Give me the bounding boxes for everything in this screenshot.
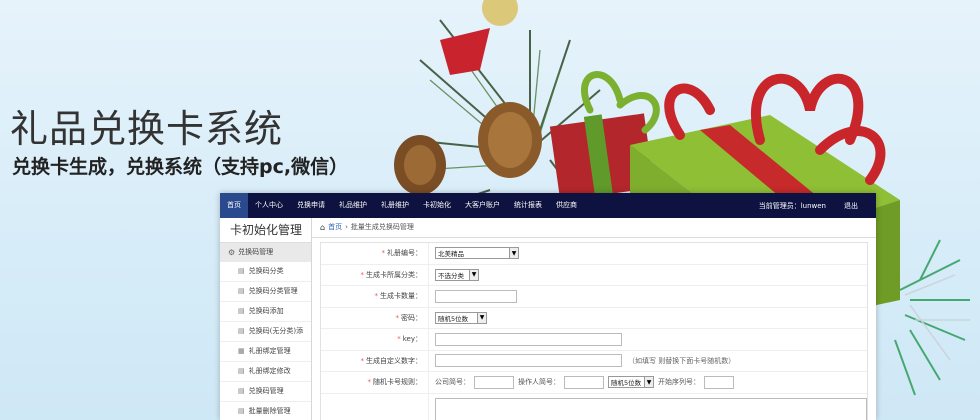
breadcrumb-current: 批量生成兑换码管理 (350, 223, 414, 231)
form-row-rule: * 随机卡号规则： 公司简号： 操作人简号： 随机5位数 ▼ 开始序列号： (321, 372, 867, 394)
gift-book-selected: 北美精品 (438, 250, 464, 259)
custom-hint: （如填写 则替换下面卡号随机数） (628, 356, 736, 365)
chevron-down-icon: ▼ (644, 377, 653, 388)
required-mark: * (381, 249, 386, 258)
rule-label: 随机卡号规则： (373, 378, 422, 387)
category-select[interactable]: 不选分类 ▼ (435, 268, 479, 281)
key-input[interactable] (435, 332, 622, 346)
form-row-gift-book: * 礼册编号： 北美精品 ▼ (321, 243, 867, 265)
company-code-label: 公司简号： (435, 378, 470, 387)
start-serial-label: 开始序列号： (658, 378, 700, 387)
sidebar-item-label: 礼册绑定修改 (248, 367, 291, 375)
sidebar-item-book-bind-edit[interactable]: ▤ 礼册绑定修改 (220, 362, 311, 382)
sidebar-item-label: 礼册绑定管理 (248, 347, 291, 355)
password-select[interactable]: 随机5位数 ▼ (435, 311, 487, 324)
list-icon: ▤ (238, 387, 245, 395)
nav-supplier[interactable]: 供应商 (549, 193, 584, 218)
form-row-count: * 生成卡数量： (321, 286, 867, 308)
list-icon: ▤ (238, 407, 245, 415)
operator-code-input[interactable] (564, 375, 604, 389)
sidebar-item-label: 兑换码添加 (248, 307, 284, 315)
sidebar-item-label: 兑换码分类管理 (248, 287, 298, 295)
sidebar-item-book-bind-manage[interactable]: ▦ 礼册绑定管理 (220, 342, 311, 362)
nav-personal-center[interactable]: 个人中心 (248, 193, 290, 218)
output-textarea[interactable] (435, 397, 867, 420)
logout-link[interactable]: 退出 (844, 201, 858, 211)
form-row-password: * 密码： 随机5位数 ▼ (321, 307, 867, 329)
home-icon: ⌂ (320, 223, 326, 232)
company-code-input[interactable] (474, 375, 514, 389)
random-digits-selected: 随机5位数 (611, 379, 642, 388)
breadcrumb-home-link[interactable]: 首页 (328, 218, 342, 237)
required-mark: * (397, 335, 401, 344)
batch-generate-form: * 礼册编号： 北美精品 ▼ * 生成卡所属分类： 不选分类 ▼ * 生成卡数量： * 密码… (320, 242, 868, 420)
nav-home[interactable]: 首页 (220, 193, 248, 218)
sidebar-item-code-manage[interactable]: ▤ 兑换码管理 (220, 382, 311, 402)
sidebar-title: 卡初始化管理 (220, 218, 311, 243)
password-label: 密码： (401, 313, 422, 322)
sidebar-group-label: 兑换码管理 (238, 248, 274, 256)
admin-window: 首页 个人中心 兑换申请 礼品维护 礼册维护 卡初始化 大客户账户 统计报表 供… (220, 193, 876, 420)
nav-gift-book-maintain[interactable]: 礼册维护 (374, 193, 416, 218)
main-content: ⌂ 首页 › 批量生成兑换码管理 * 礼册编号： 北美精品 ▼ * 生成卡所属分类： … (312, 218, 876, 420)
form-row-custom: * 生成自定义数字： （如填写 则替换下面卡号随机数） (321, 350, 867, 372)
gift-book-label: 礼册编号： (387, 249, 422, 258)
custom-number-input[interactable] (435, 354, 622, 368)
nav-redeem-apply[interactable]: 兑换申请 (290, 193, 332, 218)
gear-icon: ⚙ (228, 248, 236, 257)
password-selected: 随机5位数 (438, 314, 469, 323)
sidebar-item-code-add[interactable]: ▤ 兑换码添加 (220, 302, 311, 322)
card-count-input[interactable] (435, 289, 517, 303)
breadcrumb-separator: › (345, 223, 348, 231)
chevron-down-icon: ▼ (509, 248, 518, 259)
operator-code-label: 操作人简号： (518, 378, 560, 387)
start-serial-input[interactable] (704, 375, 734, 389)
nav-reports[interactable]: 统计报表 (507, 193, 549, 218)
sidebar-item-batch-delete[interactable]: ▤ 批量删除管理 (220, 402, 311, 420)
list-icon: ▤ (238, 307, 245, 315)
list-icon: ▦ (238, 347, 245, 355)
current-admin: 当前管理员：lunwen (758, 201, 826, 210)
list-icon: ▤ (238, 327, 245, 335)
sidebar-item-code-category[interactable]: ▤ 兑换码分类 (220, 262, 311, 282)
chevron-down-icon: ▼ (469, 269, 478, 280)
random-digits-select[interactable]: 随机5位数 ▼ (608, 376, 654, 389)
key-label: key： (402, 335, 422, 344)
gift-book-select[interactable]: 北美精品 ▼ (435, 247, 519, 260)
category-selected: 不选分类 (438, 271, 464, 280)
sidebar-item-label: 批量删除管理 (248, 407, 291, 415)
form-row-key: * key： (321, 329, 867, 351)
count-label: 生成卡数量： (380, 292, 422, 301)
sidebar: 卡初始化管理 ⚙ 兑换码管理 ▤ 兑换码分类 ▤ 兑换码分类管理 ▤ 兑换码添加 ▤ 兑… (220, 218, 312, 420)
form-row-textarea (321, 393, 867, 420)
sidebar-item-label: 兑换码分类 (248, 267, 284, 275)
required-mark: * (374, 292, 379, 301)
sidebar-item-label: 兑换码(无分类)添 (248, 327, 304, 335)
sidebar-item-code-category-manage[interactable]: ▤ 兑换码分类管理 (220, 282, 311, 302)
sidebar-item-code-add-nocat[interactable]: ▤ 兑换码(无分类)添 (220, 322, 311, 342)
sidebar-item-label: 兑换码管理 (248, 387, 284, 395)
hero-title: 礼品兑换卡系统 (10, 107, 284, 151)
form-row-category: * 生成卡所属分类： 不选分类 ▼ (321, 264, 867, 286)
custom-label: 生成自定义数字： (366, 356, 422, 365)
required-mark: * (395, 313, 400, 322)
top-nav: 首页 个人中心 兑换申请 礼品维护 礼册维护 卡初始化 大客户账户 统计报表 供… (220, 193, 876, 218)
hero-subtitle: 兑换卡生成，兑换系统（支持pc,微信） (12, 156, 349, 178)
required-mark: * (360, 356, 365, 365)
list-icon: ▤ (238, 367, 245, 375)
required-mark: * (367, 378, 372, 387)
list-icon: ▤ (238, 267, 245, 275)
nav-card-init[interactable]: 卡初始化 (416, 193, 458, 218)
list-icon: ▤ (238, 287, 245, 295)
nav-vip-account[interactable]: 大客户账户 (458, 193, 507, 218)
required-mark: * (360, 270, 365, 279)
sidebar-group-redeem-code[interactable]: ⚙ 兑换码管理 (220, 243, 311, 262)
nav-gift-maintain[interactable]: 礼品维护 (332, 193, 374, 218)
chevron-down-icon: ▼ (477, 312, 486, 323)
breadcrumb: ⌂ 首页 › 批量生成兑换码管理 (312, 218, 876, 238)
category-label: 生成卡所属分类： (366, 270, 422, 279)
